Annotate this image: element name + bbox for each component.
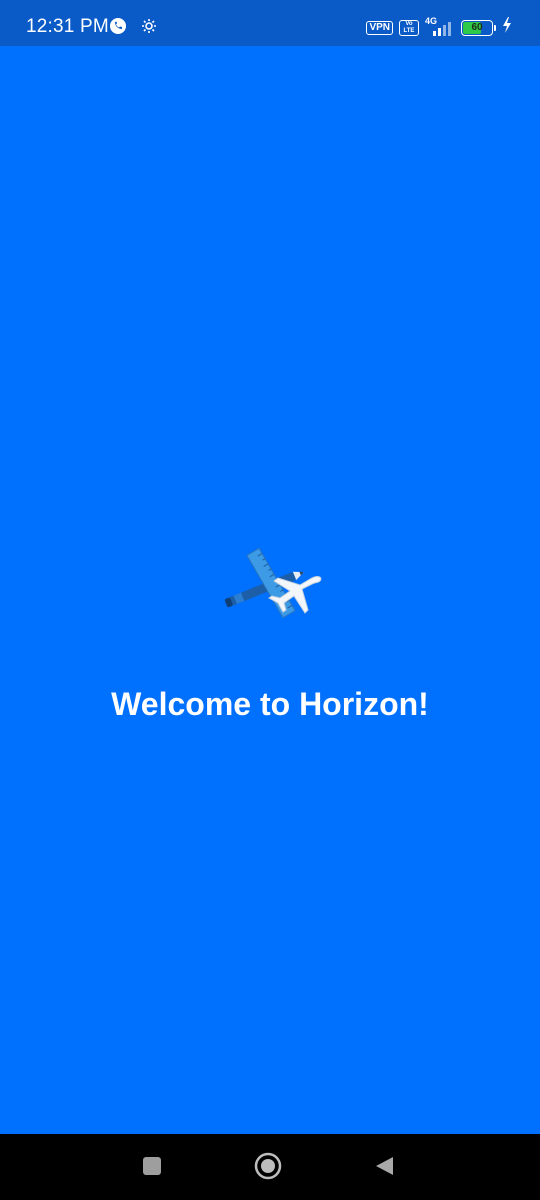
status-left-icons (109, 17, 157, 40)
navigation-bar (0, 1134, 540, 1200)
recents-square-icon (142, 1156, 162, 1181)
settings-gear-icon (141, 18, 157, 39)
back-button[interactable] (367, 1151, 401, 1185)
signal-strength-icon: 4G (425, 16, 455, 36)
charging-bolt-icon (502, 17, 512, 38)
pencil-ruler-airplane-logo (215, 545, 327, 637)
battery-icon: 60 (461, 19, 493, 36)
volte-badge: Vo LTE (399, 19, 419, 36)
home-button[interactable] (251, 1151, 285, 1185)
status-right-icons: VPN Vo LTE 4G 60 (366, 16, 512, 38)
battery-tip (494, 24, 496, 31)
welcome-heading: Welcome to Horizon! (111, 686, 429, 722)
status-time: 12:31 PM (26, 16, 109, 37)
vpn-badge: VPN (366, 20, 393, 35)
back-triangle-icon (373, 1155, 395, 1182)
network-type-label: 4G (425, 15, 438, 26)
battery-level: 60 (471, 21, 483, 33)
status-bar: 12:31 PM VPN Vo LTE 4G 60 (0, 0, 540, 46)
messaging-app-icon (109, 17, 127, 40)
home-circle-icon (254, 1152, 282, 1185)
recents-button[interactable] (135, 1151, 169, 1185)
